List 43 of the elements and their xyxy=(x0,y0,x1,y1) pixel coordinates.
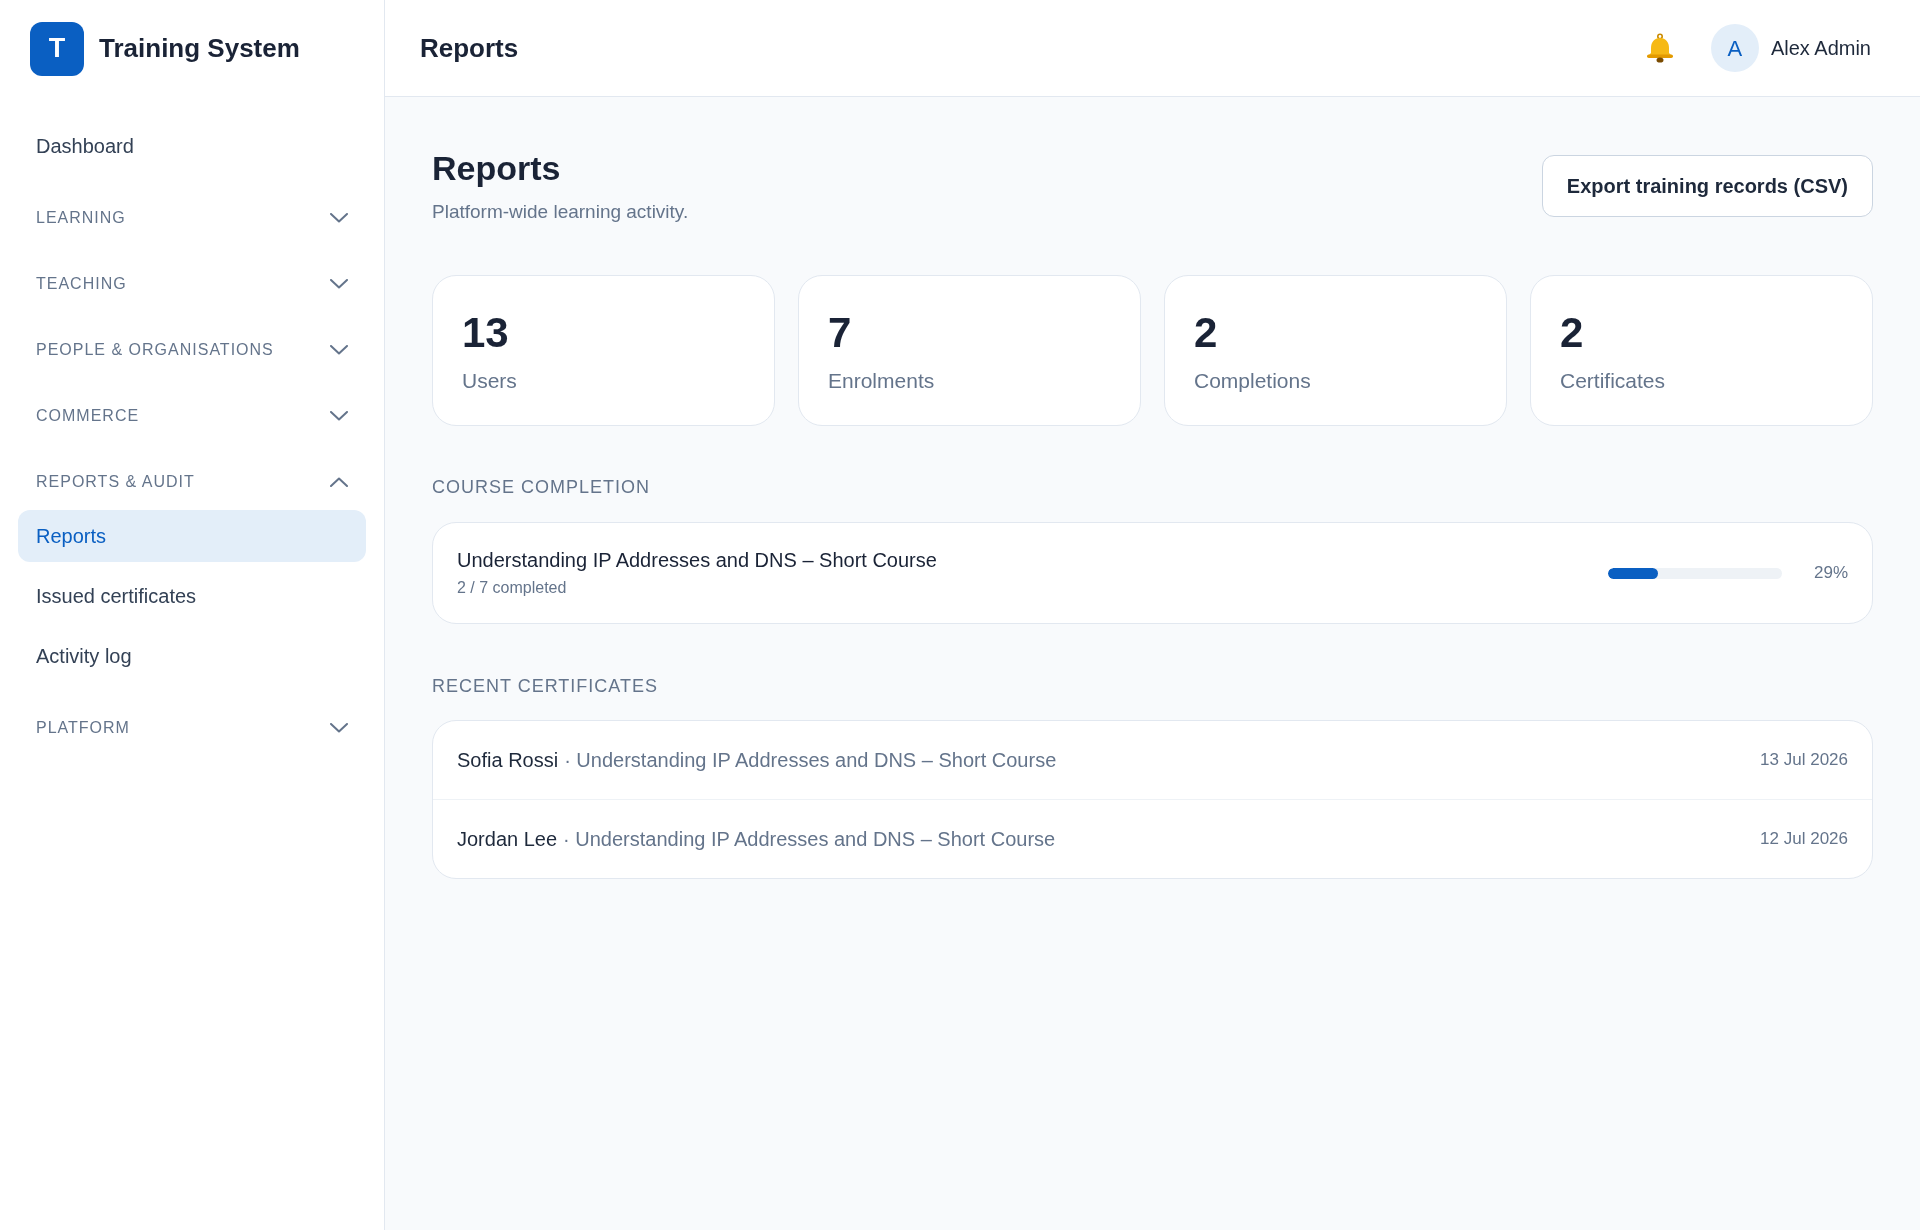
nav-item[interactable]: Issued certificates xyxy=(18,570,366,622)
user-name: Alex Admin xyxy=(1770,36,1871,61)
export-button[interactable]: Export training records (CSV) xyxy=(1541,155,1873,217)
course-name: · Understanding IP Addresses and DNS – Short Course xyxy=(563,827,1056,852)
nav-item[interactable]: Reports xyxy=(18,510,366,562)
page-heading: Reports xyxy=(432,148,562,188)
issue-date: 13 Jul 2026 xyxy=(1760,749,1848,772)
course-title: Understanding IP Addresses and DNS – Short Course xyxy=(457,548,938,573)
issue-date: 12 Jul 2026 xyxy=(1760,828,1848,851)
stat-label: Enrolments xyxy=(828,368,936,394)
stat-value: 13 xyxy=(462,309,510,357)
chevron-down-icon xyxy=(330,213,348,223)
recipient-name: Sofia Rossi xyxy=(457,748,559,773)
course-name: · Understanding IP Addresses and DNS – Short Course xyxy=(564,748,1057,773)
completion-percent: 29% xyxy=(1812,562,1848,585)
stat-value: 2 xyxy=(1194,309,1219,357)
nav-section-toggle[interactable]: TEACHING xyxy=(18,264,366,304)
nav-section-toggle[interactable]: LEARNING xyxy=(18,198,366,238)
nav-section-toggle[interactable]: REPORTS & AUDIT xyxy=(18,462,366,502)
page-subtitle: Platform-wide learning activity. xyxy=(432,200,689,224)
chevron-down-icon xyxy=(330,723,348,733)
page-title: Reports xyxy=(420,31,519,65)
stat-label: Certificates xyxy=(1560,368,1667,394)
completion-count: 2 / 7 completed xyxy=(457,578,568,598)
nav-section-toggle[interactable]: COMMERCE xyxy=(18,396,366,436)
chevron-down-icon xyxy=(330,411,348,421)
stat-value: 2 xyxy=(1560,309,1585,357)
chevron-down-icon xyxy=(330,279,348,289)
nav-item[interactable]: Dashboard xyxy=(18,120,366,172)
recipient-name: Jordan Lee xyxy=(457,827,558,852)
nav-item[interactable]: Activity log xyxy=(18,630,366,682)
stat-label: Completions xyxy=(1194,368,1312,394)
section-heading: COURSE COMPLETION xyxy=(432,476,652,499)
stat-label: Users xyxy=(462,368,518,394)
app-name: Training System xyxy=(99,32,300,65)
user-avatar: A xyxy=(1710,24,1759,72)
nav-section-toggle[interactable]: PLATFORM xyxy=(18,708,366,748)
chevron-down-icon xyxy=(330,345,348,355)
stat-value: 7 xyxy=(828,309,853,357)
app-logo: T xyxy=(30,21,84,76)
chevron-up-icon xyxy=(330,477,348,487)
nav-section-toggle[interactable]: PEOPLE & ORGANISATIONS xyxy=(18,330,366,370)
section-heading: RECENT CERTIFICATES xyxy=(432,675,660,698)
